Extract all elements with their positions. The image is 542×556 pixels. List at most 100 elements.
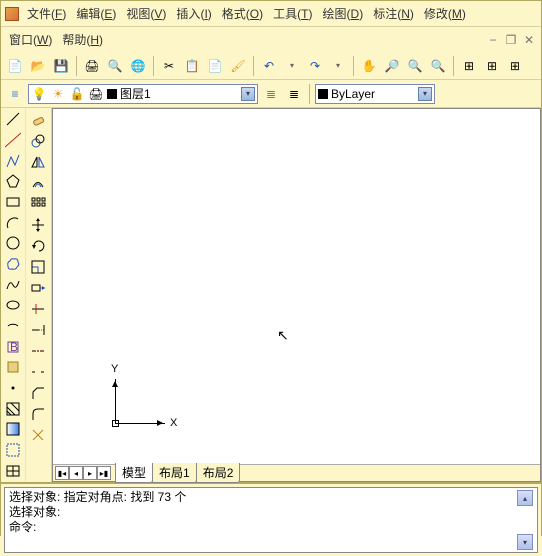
menu-view[interactable]: 视图(V) [122, 3, 170, 24]
ucs-y-axis [115, 379, 116, 424]
make-block-icon[interactable] [3, 358, 23, 377]
zoom-win-icon[interactable]: 🔍 [405, 56, 425, 76]
window-controls: − ❐ ✕ [485, 33, 537, 47]
command-window[interactable]: 选择对象: 指定对角点: 找到 73 个 选择对象: 命令: ▴ ▾ [4, 487, 538, 553]
circle-icon[interactable] [3, 234, 23, 253]
menu-draw[interactable]: 绘图(D) [319, 3, 368, 24]
rotate-icon[interactable] [28, 236, 48, 255]
menu-insert[interactable]: 插入(I) [172, 3, 215, 24]
copy-icon[interactable]: 📋 [182, 56, 202, 76]
dropdown-arrow-icon[interactable]: ▾ [418, 87, 432, 101]
color-dropdown[interactable]: ByLayer ▾ [315, 84, 435, 104]
match-prop-icon[interactable]: 🖌 [228, 56, 248, 76]
toolpalette-icon[interactable]: ⊞ [505, 56, 525, 76]
dropdown-arrow-icon[interactable]: ▾ [241, 87, 255, 101]
restore-button[interactable]: ❐ [503, 33, 519, 47]
redo-dd-icon[interactable]: ▾ [328, 56, 348, 76]
scale-icon[interactable] [28, 257, 48, 276]
polyline-icon[interactable] [3, 151, 23, 170]
drawing-canvas[interactable]: Y X ↖ [53, 109, 540, 464]
break-at-point-icon[interactable] [28, 341, 48, 360]
tab-last-button[interactable]: ▸▮ [97, 466, 111, 480]
revcloud-icon[interactable] [3, 255, 23, 274]
menu-format[interactable]: 格式(O) [218, 3, 267, 24]
undo-icon[interactable]: ↶ [259, 56, 279, 76]
layer-dropdown[interactable]: 💡 ☀ 🔓 🖨 图层1 ▾ [28, 84, 258, 104]
cmd-prompt[interactable]: 命令: [9, 520, 517, 535]
construction-line-icon[interactable] [3, 131, 23, 150]
insert-block-icon[interactable]: B [3, 337, 23, 356]
menu-file[interactable]: 文件(F) [23, 3, 70, 24]
new-file-icon[interactable]: 📄 [5, 56, 25, 76]
svg-text:B: B [10, 340, 18, 354]
explode-icon[interactable] [28, 425, 48, 444]
offset-icon[interactable] [28, 173, 48, 192]
layout-tab-bar: ▮◂ ◂ ▸ ▸▮ 模型 布局1 布局2 [53, 464, 540, 481]
tab-layout2[interactable]: 布局2 [196, 463, 241, 483]
point-icon[interactable] [3, 379, 23, 398]
tab-prev-button[interactable]: ◂ [69, 466, 83, 480]
scroll-down-button[interactable]: ▾ [517, 534, 533, 550]
trim-icon[interactable] [28, 299, 48, 318]
cmd-line-2: 选择对象: [9, 505, 517, 520]
tab-layout1[interactable]: 布局1 [152, 463, 197, 483]
minimize-button[interactable]: − [485, 33, 501, 47]
preview-icon[interactable]: 🔍 [105, 56, 125, 76]
layer-manager-icon[interactable]: ≡ [5, 84, 25, 104]
tab-next-button[interactable]: ▸ [83, 466, 97, 480]
pan-icon[interactable]: ✋ [359, 56, 379, 76]
menu-modify[interactable]: 修改(M) [420, 3, 470, 24]
menu-help[interactable]: 帮助(H) [58, 29, 107, 50]
menu-window[interactable]: 窗口(W) [5, 29, 56, 50]
stretch-icon[interactable] [28, 278, 48, 297]
zoom-prev-icon[interactable]: 🔍 [428, 56, 448, 76]
erase-icon[interactable] [28, 110, 48, 129]
rectangle-icon[interactable] [3, 193, 23, 212]
scroll-up-button[interactable]: ▴ [517, 490, 533, 506]
menu-tools[interactable]: 工具(T) [269, 3, 316, 24]
layer-plot-icon: 🖨 [88, 86, 104, 102]
zoom-rt-icon[interactable]: 🔎 [382, 56, 402, 76]
draw-modify-toolbars: B [1, 108, 52, 482]
properties-icon[interactable]: ⊞ [459, 56, 479, 76]
open-file-icon[interactable]: 📂 [28, 56, 48, 76]
main-toolbar: 📄 📂 💾 🖨 🔍 🌐 ✂ 📋 📄 🖌 ↶ ▾ ↷ ▾ ✋ 🔎 🔍 🔍 ⊞ ⊞ … [1, 52, 541, 80]
hatch-icon[interactable] [3, 399, 23, 418]
save-icon[interactable]: 💾 [51, 56, 71, 76]
extend-icon[interactable] [28, 320, 48, 339]
copy-object-icon[interactable] [28, 131, 48, 150]
print-icon[interactable]: 🖨 [82, 56, 102, 76]
menu-dimension[interactable]: 标注(N) [369, 3, 418, 24]
work-area: B [1, 108, 541, 482]
command-scrollbar[interactable]: ▴ ▾ [517, 490, 533, 550]
spline-icon[interactable] [3, 275, 23, 294]
fillet-icon[interactable] [28, 404, 48, 423]
array-icon[interactable] [28, 194, 48, 213]
gradient-icon[interactable] [3, 420, 23, 439]
tab-first-button[interactable]: ▮◂ [55, 466, 69, 480]
close-button[interactable]: ✕ [521, 33, 537, 47]
publish-icon[interactable]: 🌐 [128, 56, 148, 76]
table-icon[interactable] [3, 461, 23, 480]
undo-dd-icon[interactable]: ▾ [282, 56, 302, 76]
polygon-icon[interactable] [3, 172, 23, 191]
chamfer-icon[interactable] [28, 383, 48, 402]
color-swatch [318, 89, 328, 99]
redo-icon[interactable]: ↷ [305, 56, 325, 76]
tab-model[interactable]: 模型 [115, 463, 153, 483]
cut-icon[interactable]: ✂ [159, 56, 179, 76]
ellipse-arc-icon[interactable] [3, 317, 23, 336]
line-icon[interactable] [3, 110, 23, 129]
paste-icon[interactable]: 📄 [205, 56, 225, 76]
layer-prev-icon[interactable]: ≣ [261, 84, 281, 104]
mirror-icon[interactable] [28, 152, 48, 171]
break-icon[interactable] [28, 362, 48, 381]
move-icon[interactable] [28, 215, 48, 234]
layer-states-icon[interactable]: ≣ [284, 84, 304, 104]
y-label: Y [111, 363, 118, 375]
region-icon[interactable] [3, 441, 23, 460]
arc-icon[interactable] [3, 213, 23, 232]
menu-edit[interactable]: 编辑(E) [72, 3, 120, 24]
ellipse-icon[interactable] [3, 296, 23, 315]
designcenter-icon[interactable]: ⊞ [482, 56, 502, 76]
